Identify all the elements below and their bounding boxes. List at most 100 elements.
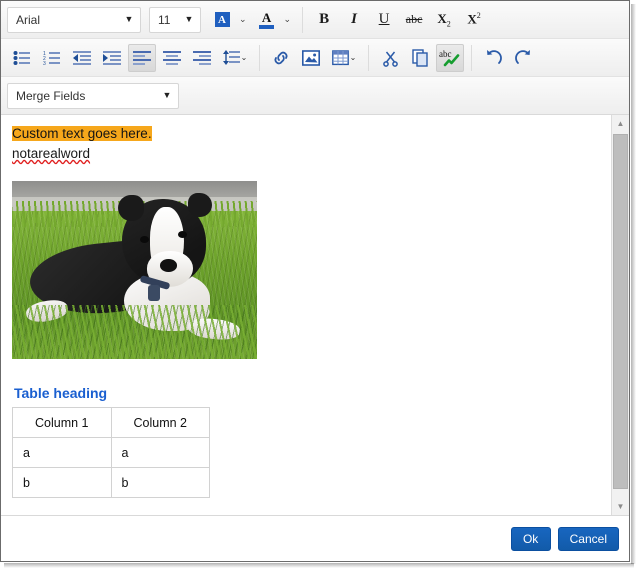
undo-icon: [486, 49, 502, 64]
toolbar-separator: [471, 44, 472, 71]
copy-icon: [411, 48, 428, 67]
table-row: a a: [12, 437, 210, 468]
font-color-glyph: A: [261, 9, 272, 25]
dog-ear-right: [188, 193, 212, 217]
table-cell: b: [12, 467, 112, 498]
superscript-icon: X2: [467, 11, 481, 27]
align-center-icon: [163, 50, 181, 65]
dog-eye-left: [140, 236, 149, 243]
scrollbar-thumb[interactable]: [613, 134, 628, 489]
strikethrough-icon: abc: [405, 12, 423, 26]
editor-content-area[interactable]: Custom text goes here. notarealword Tabl…: [1, 115, 611, 515]
line-spacing-icon: [222, 50, 240, 65]
increase-indent-button[interactable]: [98, 44, 126, 72]
font-size-value: 11: [158, 12, 171, 27]
highlighted-text: Custom text goes here.: [12, 126, 152, 141]
chevron-down-icon: ▼: [162, 90, 172, 100]
align-center-button[interactable]: [158, 44, 186, 72]
table-cell: a: [12, 437, 112, 468]
table-icon: [331, 49, 349, 65]
highlight-color-chevron-down-icon[interactable]: ⌄: [239, 14, 247, 25]
superscript-button[interactable]: X2: [460, 6, 488, 34]
spellcheck-button[interactable]: abc: [436, 43, 464, 72]
photo-foreground-grass: [12, 305, 257, 359]
dog-nose: [160, 259, 177, 272]
bulleted-list-button[interactable]: [8, 44, 36, 72]
misspelled-word[interactable]: notarealword: [12, 145, 90, 162]
redo-button[interactable]: [509, 44, 537, 72]
align-right-button[interactable]: [188, 44, 216, 72]
link-icon: [274, 51, 288, 64]
image-icon: [302, 49, 320, 66]
svg-text:3: 3: [43, 61, 46, 66]
font-family-dropdown[interactable]: Arial ▼: [7, 6, 141, 33]
ok-button[interactable]: Ok: [510, 526, 551, 551]
rich-text-editor-dialog: Arial ▼ 11 ▼ A ⌄ A ⌄ B I U abc X2 X2 1 2…: [0, 0, 630, 562]
font-color-button[interactable]: A: [253, 6, 281, 34]
table-row: b b: [12, 467, 210, 498]
align-left-icon: [133, 50, 151, 65]
editor-body-wrapper: Custom text goes here. notarealword Tabl…: [1, 115, 629, 515]
merge-fields-dropdown[interactable]: Merge Fields ▼: [7, 82, 179, 109]
bold-button[interactable]: B: [310, 6, 338, 34]
underline-button[interactable]: U: [370, 6, 398, 34]
insert-image-button[interactable]: [297, 44, 325, 72]
align-left-button[interactable]: [128, 43, 156, 72]
table-header-cell: Column 2: [110, 407, 210, 438]
highlight-color-button[interactable]: A: [208, 6, 236, 34]
highlight-a-icon: A: [214, 12, 230, 27]
decrease-indent-icon: [73, 50, 91, 65]
puppy-photo[interactable]: [12, 181, 257, 359]
font-color-chevron-down-icon[interactable]: ⌄: [284, 14, 292, 25]
paragraph-misspelled: notarealword: [12, 143, 601, 163]
redo-icon: [514, 49, 530, 64]
copy-button[interactable]: [406, 44, 434, 72]
merge-fields-value: Merge Fields: [16, 88, 86, 103]
content-table[interactable]: Column 1 Column 2 a a b b: [12, 407, 210, 498]
scroll-up-arrow-icon[interactable]: ▲: [612, 115, 629, 132]
numbered-list-icon: 1 2 3: [43, 51, 60, 66]
font-family-value: Arial: [16, 12, 41, 27]
scissors-icon: [382, 51, 398, 67]
italic-button[interactable]: I: [340, 6, 368, 34]
dog-collar-tag: [148, 285, 160, 301]
font-color-swatch: [259, 24, 275, 29]
dog-eye-right: [178, 231, 187, 238]
scroll-down-arrow-icon[interactable]: ▼: [612, 498, 629, 515]
table-cell: a: [110, 437, 210, 468]
window-shadow-bottom: [4, 563, 634, 568]
toolbar-row-formatting: Arial ▼ 11 ▼ A ⌄ A ⌄ B I U abc X2 X2: [1, 1, 629, 39]
table-heading: Table heading: [14, 385, 108, 401]
undo-button[interactable]: [479, 44, 507, 72]
toolbar-separator: [368, 44, 369, 71]
decrease-indent-button[interactable]: [68, 44, 96, 72]
toolbar-separator: [259, 44, 260, 71]
insert-table-button[interactable]: ⌄: [327, 44, 361, 72]
numbered-list-button[interactable]: 1 2 3: [38, 44, 66, 72]
table-header-cell: Column 1: [12, 407, 112, 438]
svg-text:abc: abc: [439, 49, 452, 59]
cut-button[interactable]: [376, 44, 404, 72]
toolbar-row-merge-fields: Merge Fields ▼: [1, 77, 629, 115]
subscript-button[interactable]: X2: [430, 6, 458, 34]
font-color-a-icon: A: [259, 9, 275, 29]
cancel-button[interactable]: Cancel: [557, 526, 619, 551]
italic-icon: I: [351, 11, 358, 27]
chevron-down-icon: ▼: [124, 14, 134, 24]
line-spacing-chevron-down-icon: ⌄: [240, 52, 248, 62]
line-spacing-button[interactable]: ⌄: [218, 44, 252, 72]
align-right-icon: [193, 50, 211, 65]
chevron-down-icon: ▼: [184, 14, 194, 24]
editor-vertical-scrollbar[interactable]: ▲ ▼: [611, 115, 629, 515]
paragraph-highlighted: Custom text goes here.: [12, 125, 601, 143]
font-size-dropdown[interactable]: 11 ▼: [149, 6, 201, 33]
strikethrough-button[interactable]: abc: [400, 6, 428, 34]
insert-link-button[interactable]: [267, 44, 295, 72]
window-shadow-right: [631, 4, 636, 564]
spellcheck-abc-icon: abc: [439, 49, 460, 67]
dog-ear-left: [118, 195, 144, 221]
table-chevron-down-icon: ⌄: [349, 52, 357, 62]
bulleted-list-icon: [13, 50, 30, 65]
subscript-icon: X2: [437, 10, 451, 29]
dialog-footer: Ok Cancel: [1, 515, 629, 561]
